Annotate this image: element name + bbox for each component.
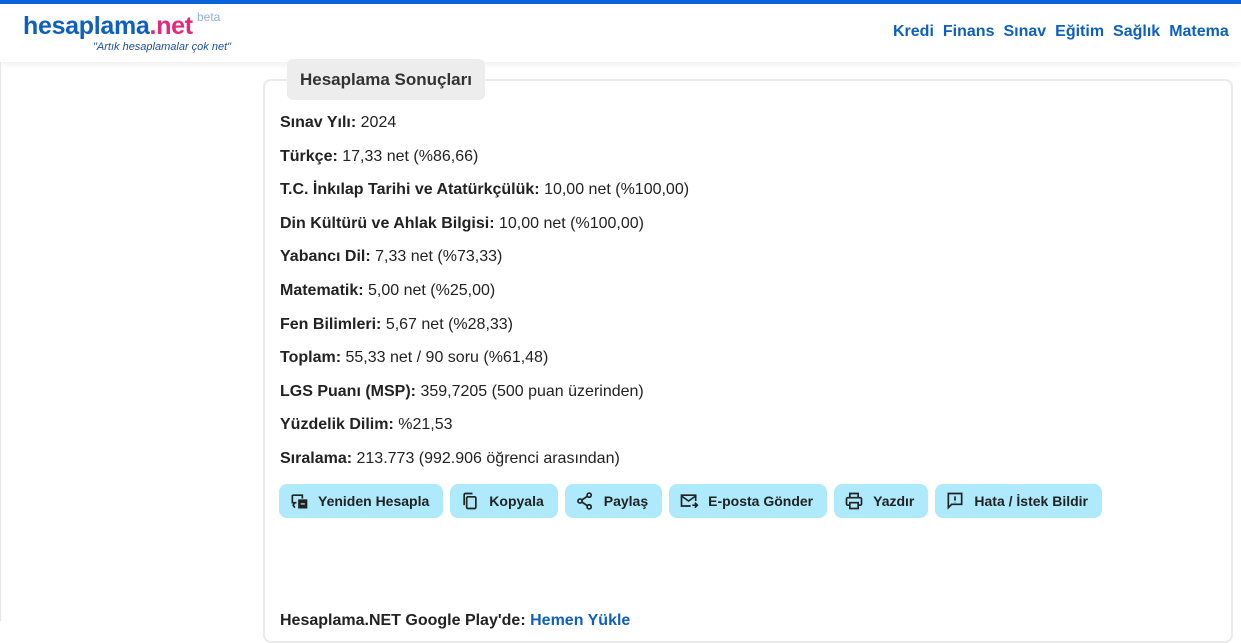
result-label: Toplam: — [280, 349, 342, 367]
logo-beta-tag: beta — [197, 10, 221, 24]
share-label: Paylaş — [603, 493, 649, 509]
recalculate-label: Yeniden Hesapla — [318, 493, 430, 509]
result-label: Matematik: — [280, 281, 364, 299]
results-list: Sınav Yılı: 2024 Türkçe: 17,33 net (%86,… — [280, 112, 689, 482]
result-value: 5,00 net (%25,00) — [368, 281, 496, 299]
nav-item-finans[interactable]: Finans — [943, 23, 995, 40]
share-icon — [576, 492, 592, 510]
recalculate-button[interactable]: Yeniden Hesapla — [279, 484, 444, 518]
result-label: Yabancı Dil: — [280, 248, 371, 266]
result-label: T.C. İnkılap Tarihi ve Atatürkçülük: — [280, 181, 540, 199]
print-icon — [845, 492, 863, 510]
nav-item-egitim[interactable]: Eğitim — [1055, 23, 1104, 40]
result-row-turkce: Türkçe: 17,33 net (%86,66) — [280, 146, 689, 168]
site-logo[interactable]: hesaplama.net beta "Artık hesaplamalar ç… — [23, 10, 231, 53]
email-icon — [680, 494, 699, 509]
report-issue-label: Hata / İstek Bildir — [974, 493, 1088, 509]
nav-item-matematik[interactable]: Matema — [1169, 23, 1229, 40]
copy-icon — [463, 492, 477, 510]
result-value: 5,67 net (%28,33) — [385, 315, 514, 333]
result-label: Din Kültürü ve Ahlak Bilgisi: — [280, 214, 495, 232]
nav-item-saglik[interactable]: Sağlık — [1113, 23, 1160, 40]
recalculate-icon — [291, 494, 308, 509]
result-row-yabanci-dil: Yabancı Dil: 7,33 net (%73,33) — [280, 246, 689, 268]
feedback-icon — [947, 492, 963, 510]
result-label: Türkçe: — [280, 147, 338, 165]
logo-wordmark: hesaplama.net — [23, 12, 193, 40]
nav-item-sinav[interactable]: Sınav — [1003, 23, 1046, 40]
google-play-promo: Hesaplama.NET Google Play'de: Hemen Yükl… — [280, 612, 630, 630]
result-label: Yüzdelik Dilim: — [280, 416, 394, 434]
copy-label: Kopyala — [489, 493, 544, 509]
result-value: 2024 — [360, 114, 397, 131]
email-label: E-posta Gönder — [708, 493, 814, 509]
result-row-yuzdelik: Yüzdelik Dilim: %21,53 — [280, 414, 689, 436]
result-row-toplam: Toplam: 55,33 net / 90 soru (%61,48) — [280, 347, 689, 369]
action-buttons: Yeniden Hesapla Kopyala Paylaş E-posta G… — [279, 484, 1102, 518]
nav-item-kredi[interactable]: Kredi — [893, 23, 934, 40]
result-row-lgs-puani: LGS Puanı (MSP): 359,7205 (500 puan üzer… — [280, 381, 689, 403]
result-label: LGS Puanı (MSP): — [280, 382, 416, 400]
result-row-inkilap: T.C. İnkılap Tarihi ve Atatürkçülük: 10,… — [280, 179, 689, 201]
result-row-siralama: Sıralama: 213.773 (992.906 öğrenci arası… — [280, 448, 689, 470]
result-label: Sıralama: — [280, 449, 353, 467]
result-label: Fen Bilimleri: — [280, 315, 382, 333]
logo-tld: .net — [149, 12, 194, 40]
left-divider — [0, 62, 1, 621]
copy-button[interactable]: Kopyala — [450, 484, 558, 518]
email-button[interactable]: E-posta Gönder — [669, 484, 828, 518]
main-nav: Kredi Finans Sınav Eğitim Sağlık Matema — [893, 23, 1238, 41]
print-button[interactable]: Yazdır — [834, 484, 929, 518]
report-issue-button[interactable]: Hata / İstek Bildir — [935, 484, 1102, 518]
result-value: 359,7205 (500 puan üzerinden) — [420, 382, 644, 400]
result-value: 10,00 net (%100,00) — [544, 181, 690, 199]
result-value: 17,33 net (%86,66) — [342, 147, 479, 165]
result-value: 10,00 net (%100,00) — [499, 214, 644, 232]
site-header: hesaplama.net beta "Artık hesaplamalar ç… — [0, 4, 1241, 62]
result-row-year: Sınav Yılı: 2024 — [280, 112, 689, 134]
result-row-fen: Fen Bilimleri: 5,67 net (%28,33) — [280, 314, 689, 336]
logo-name: hesaplama — [23, 12, 150, 40]
logo-slogan: "Artık hesaplamalar çok net" — [93, 41, 232, 53]
share-button[interactable]: Paylaş — [564, 484, 663, 518]
result-row-matematik: Matematik: 5,00 net (%25,00) — [280, 280, 689, 302]
result-value: 55,33 net / 90 soru (%61,48) — [345, 349, 549, 367]
results-card-title: Hesaplama Sonuçları — [287, 59, 485, 100]
print-label: Yazdır — [873, 493, 915, 509]
result-row-din: Din Kültürü ve Ahlak Bilgisi: 10,00 net … — [280, 213, 689, 235]
result-value: %21,53 — [398, 416, 453, 434]
result-value: 7,33 net (%73,33) — [375, 248, 503, 266]
result-value: 213.773 (992.906 öğrenci arasından) — [356, 449, 620, 467]
result-label: Sınav Yılı: — [280, 114, 357, 131]
